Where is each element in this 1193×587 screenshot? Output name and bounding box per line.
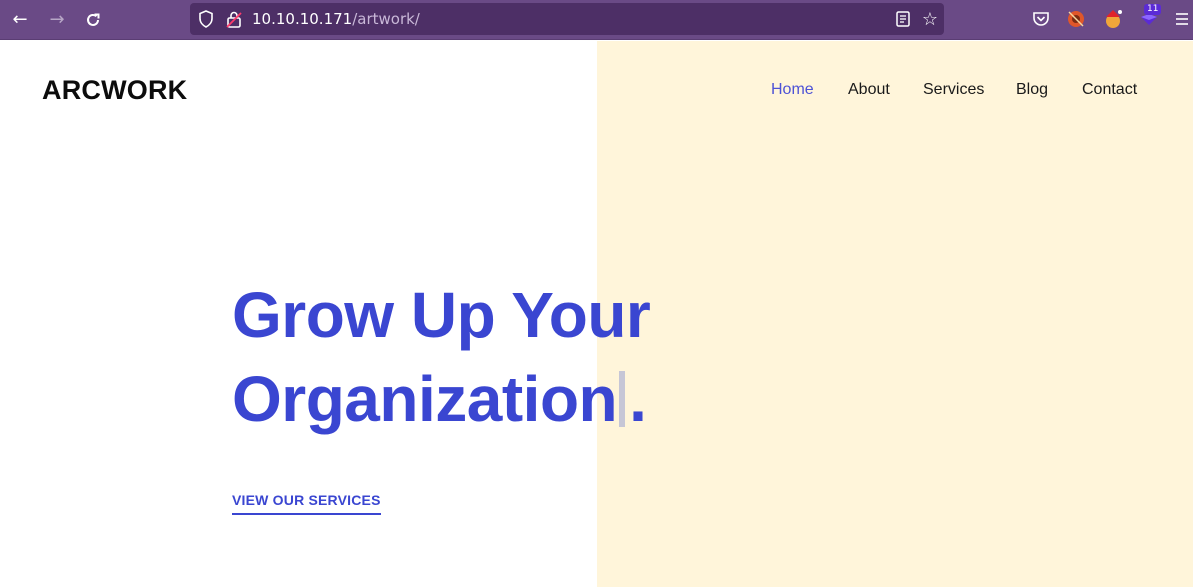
extension-icon[interactable] [1066, 9, 1088, 31]
pocket-icon[interactable] [1031, 9, 1053, 31]
reload-icon[interactable] [81, 8, 105, 32]
view-services-link[interactable]: VIEW OUR SERVICES [232, 492, 381, 515]
hero-line-1: Grow Up Your [232, 279, 651, 351]
nav-blog[interactable]: Blog [1016, 81, 1048, 99]
hero-background-panel [597, 41, 1193, 587]
url-path: /artwork/ [352, 10, 420, 28]
web-page: ARCWORK Home About Services Blog Contact… [0, 41, 1193, 587]
menu-icon[interactable] [1174, 11, 1193, 33]
hero-word: Organization [232, 363, 618, 435]
hero-heading: Grow Up Your Organization. [232, 273, 651, 441]
nav-services[interactable]: Services [923, 81, 984, 99]
back-arrow-icon[interactable]: ← [8, 8, 32, 32]
extension-icon[interactable] [1102, 9, 1124, 31]
url-host: 10.10.10.171 [252, 10, 353, 28]
insecure-lock-icon[interactable] [226, 10, 242, 33]
tracking-shield-icon[interactable] [198, 10, 214, 33]
site-nav: Home About Services Blog Contact [0, 81, 1193, 101]
reader-view-icon[interactable] [896, 11, 910, 32]
browser-toolbar: ← → 10.10.10.171/artwork/ ☆ 11 [0, 0, 1193, 40]
forward-arrow-icon[interactable]: → [45, 8, 69, 32]
url-bar[interactable]: 10.10.10.171/artwork/ ☆ [190, 3, 944, 35]
nav-home[interactable]: Home [771, 81, 814, 99]
nav-about[interactable]: About [848, 81, 890, 99]
nav-contact[interactable]: Contact [1082, 81, 1137, 99]
bookmark-star-icon[interactable]: ☆ [922, 9, 938, 30]
hero-line-2: Organization. [232, 357, 650, 441]
typing-cursor [619, 371, 626, 427]
extension-badge: 11 [1144, 4, 1162, 15]
hero-punctuation: . [629, 363, 647, 435]
url-text[interactable]: 10.10.10.171/artwork/ [252, 10, 420, 28]
